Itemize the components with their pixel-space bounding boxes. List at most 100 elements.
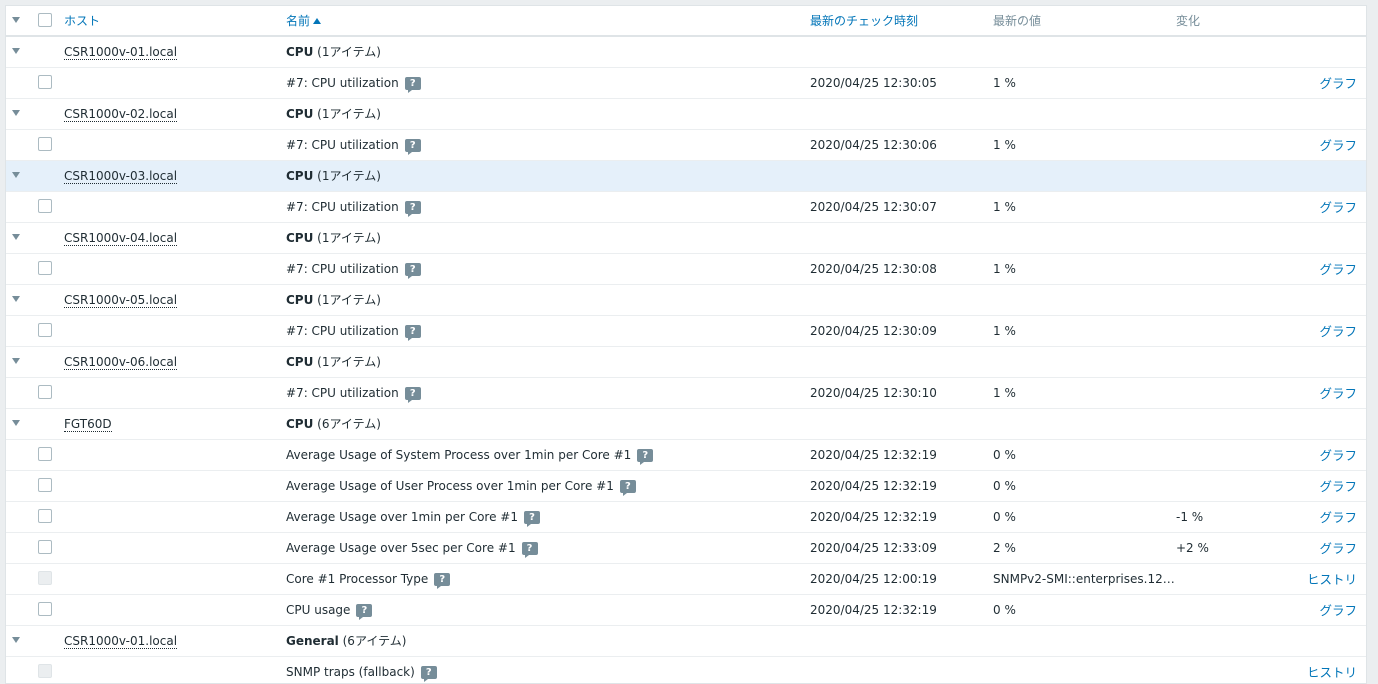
item-name: Core #1 Processor Type	[286, 572, 429, 586]
item-row: Average Usage over 1min per Core #1? 2020…	[6, 502, 1366, 533]
item-name-cell: #7: CPU utilization?	[286, 68, 421, 99]
application-cell: CPU (1アイテム)	[286, 37, 381, 68]
header-last-check[interactable]: 最新のチェック時刻	[810, 6, 918, 37]
item-name: Average Usage of User Process over 1min …	[286, 479, 614, 493]
last-check-time: 2020/04/25 12:32:19	[810, 448, 937, 462]
help-icon[interactable]: ?	[404, 387, 421, 403]
application-cell: CPU (1アイテム)	[286, 161, 381, 192]
collapse-group-icon[interactable]	[12, 358, 20, 364]
help-icon[interactable]: ?	[434, 573, 451, 589]
host-link[interactable]: FGT60D	[64, 417, 112, 432]
item-checkbox[interactable]	[38, 261, 52, 275]
item-checkbox[interactable]	[38, 137, 52, 151]
item-name: #7: CPU utilization	[286, 262, 399, 276]
help-icon[interactable]: ?	[420, 666, 437, 682]
graph-link[interactable]: グラフ	[1319, 68, 1357, 99]
item-count: (6アイテム)	[338, 634, 407, 648]
last-check-time: 2020/04/25 12:00:19	[810, 572, 937, 586]
help-icon[interactable]: ?	[404, 77, 421, 93]
collapse-group-icon[interactable]	[12, 172, 20, 178]
last-check-time: 2020/04/25 12:30:08	[810, 262, 937, 276]
history-link[interactable]: ヒストリ	[1307, 657, 1357, 683]
item-name-cell: #7: CPU utilization?	[286, 378, 421, 409]
item-name-cell: #7: CPU utilization?	[286, 316, 421, 347]
item-name: #7: CPU utilization	[286, 200, 399, 214]
item-checkbox[interactable]	[38, 75, 52, 89]
graph-link[interactable]: グラフ	[1319, 595, 1357, 626]
item-row: Average Usage of System Process over 1mi…	[6, 440, 1366, 471]
item-name: Average Usage over 1min per Core #1	[286, 510, 518, 524]
graph-link[interactable]: グラフ	[1319, 316, 1357, 347]
host-link[interactable]: CSR1000v-01.local	[64, 45, 178, 60]
header-name-label[interactable]: 名前	[286, 14, 310, 28]
last-value: 0 %	[993, 510, 1016, 524]
application-cell: CPU (1アイテム)	[286, 347, 381, 378]
item-checkbox[interactable]	[38, 447, 52, 461]
collapse-group-icon[interactable]	[12, 234, 20, 240]
graph-link[interactable]: グラフ	[1319, 471, 1357, 502]
host-link[interactable]: CSR1000v-04.local	[64, 231, 178, 246]
item-count: (1アイテム)	[313, 231, 381, 245]
collapse-group-icon[interactable]	[12, 296, 20, 302]
last-value: 0 %	[993, 603, 1016, 617]
collapse-group-icon[interactable]	[12, 110, 20, 116]
help-icon[interactable]: ?	[404, 263, 421, 279]
last-value: SNMPv2-SMI::enterprises.12…	[993, 572, 1175, 586]
graph-link[interactable]: グラフ	[1319, 378, 1357, 409]
collapse-group-icon[interactable]	[12, 420, 20, 426]
history-link[interactable]: ヒストリ	[1307, 564, 1357, 595]
help-icon[interactable]: ?	[523, 511, 540, 527]
help-icon[interactable]: ?	[404, 325, 421, 341]
item-name: #7: CPU utilization	[286, 386, 399, 400]
graph-link[interactable]: グラフ	[1319, 130, 1357, 161]
host-link[interactable]: CSR1000v-05.local	[64, 293, 178, 308]
host-link[interactable]: CSR1000v-03.local	[64, 169, 178, 184]
item-row: #7: CPU utilization? 2020/04/25 12:30:06 1…	[6, 130, 1366, 161]
graph-link[interactable]: グラフ	[1319, 502, 1357, 533]
group-row: CSR1000v-01.local General (6アイテム)	[6, 626, 1366, 657]
last-value: 1 %	[993, 138, 1016, 152]
item-checkbox[interactable]	[38, 540, 52, 554]
item-checkbox[interactable]	[38, 602, 52, 616]
graph-link[interactable]: グラフ	[1319, 192, 1357, 223]
last-value: 1 %	[993, 262, 1016, 276]
last-value: 0 %	[993, 448, 1016, 462]
last-value: 2 %	[993, 541, 1016, 555]
help-icon[interactable]: ?	[619, 480, 636, 496]
header-host[interactable]: ホスト	[64, 6, 100, 37]
graph-link[interactable]: グラフ	[1319, 533, 1357, 564]
help-icon[interactable]: ?	[356, 604, 373, 620]
host-link[interactable]: CSR1000v-06.local	[64, 355, 178, 370]
last-check-time: 2020/04/25 12:32:19	[810, 510, 937, 524]
item-name-cell: Average Usage over 5sec per Core #1?	[286, 533, 538, 564]
item-checkbox[interactable]	[38, 323, 52, 337]
item-count: (1アイテム)	[313, 45, 381, 59]
help-icon[interactable]: ?	[404, 139, 421, 155]
application-cell: CPU (1アイテム)	[286, 223, 381, 254]
graph-link[interactable]: グラフ	[1319, 254, 1357, 285]
help-icon[interactable]: ?	[637, 449, 654, 465]
application-cell: CPU (6アイテム)	[286, 409, 381, 440]
item-checkbox[interactable]	[38, 385, 52, 399]
help-icon[interactable]: ?	[404, 201, 421, 217]
collapse-group-icon[interactable]	[12, 48, 20, 54]
host-link[interactable]: CSR1000v-02.local	[64, 107, 178, 122]
group-row: CSR1000v-01.local CPU (1アイテム)	[6, 37, 1366, 68]
item-name: #7: CPU utilization	[286, 138, 399, 152]
last-check-time: 2020/04/25 12:30:10	[810, 386, 937, 400]
graph-link[interactable]: グラフ	[1319, 440, 1357, 471]
item-checkbox[interactable]	[38, 199, 52, 213]
change-value: -1 %	[1176, 510, 1204, 524]
item-checkbox[interactable]	[38, 478, 52, 492]
collapse-all-icon[interactable]	[12, 17, 20, 23]
item-checkbox[interactable]	[38, 509, 52, 523]
header-name[interactable]: 名前	[286, 6, 322, 37]
select-all-checkbox[interactable]	[38, 13, 52, 27]
last-check-time: 2020/04/25 12:32:19	[810, 479, 937, 493]
group-row: CSR1000v-03.local CPU (1アイテム)	[6, 161, 1366, 192]
help-icon[interactable]: ?	[521, 542, 538, 558]
application-name: CPU	[286, 293, 314, 307]
collapse-group-icon[interactable]	[12, 637, 20, 643]
host-link[interactable]: CSR1000v-01.local	[64, 634, 178, 649]
last-check-time: 2020/04/25 12:32:19	[810, 603, 937, 617]
